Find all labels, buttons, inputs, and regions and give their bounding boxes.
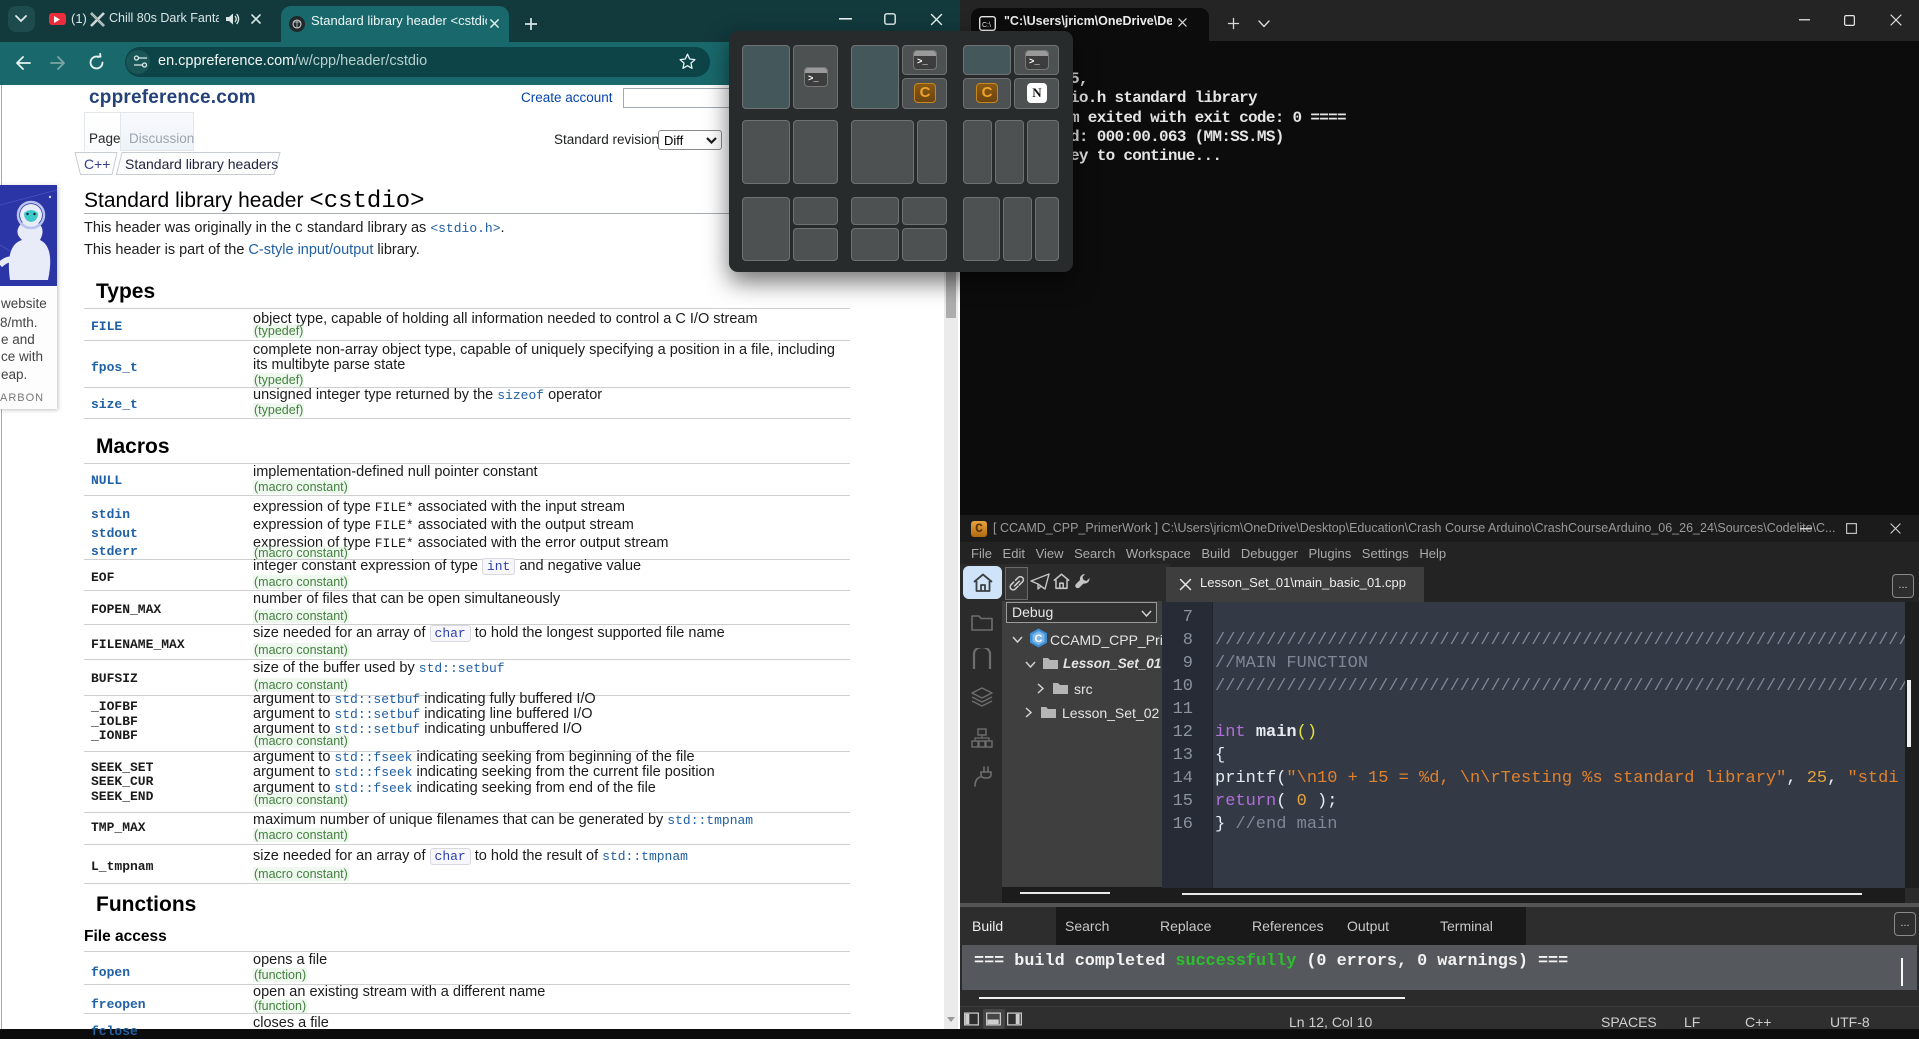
svg-text:C:\: C:\ bbox=[982, 22, 991, 29]
svg-text:C: C bbox=[1035, 633, 1043, 645]
